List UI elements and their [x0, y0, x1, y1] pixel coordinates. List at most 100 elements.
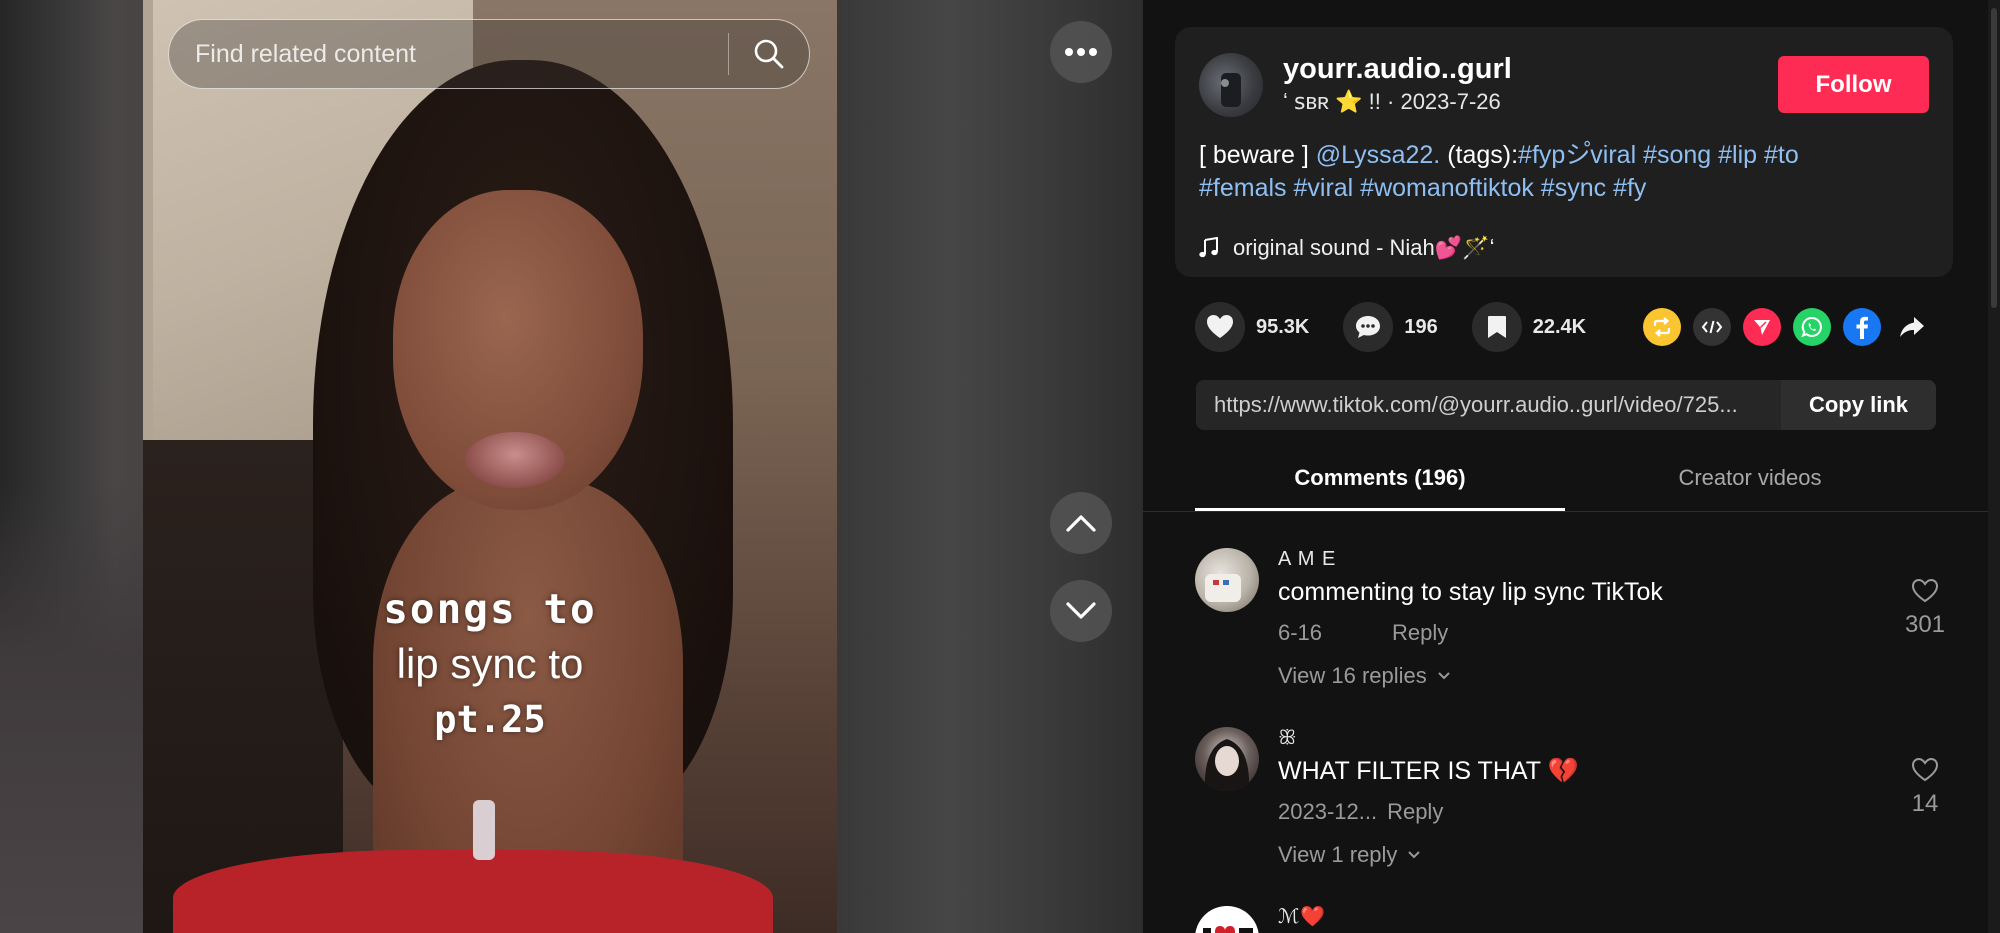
author-subline-date: ʻ ꜱʙʀ ⭐ !! · 2023-7-26 [1283, 89, 1501, 114]
comment-like-count: 301 [1904, 611, 1946, 638]
previous-video-button[interactable] [1050, 492, 1112, 554]
comment-action[interactable]: 196 [1343, 302, 1438, 352]
heart-outline-icon [1911, 757, 1939, 782]
author-avatar[interactable] [1199, 53, 1263, 117]
like-action[interactable]: 95.3K [1195, 302, 1309, 352]
share-arrow-icon [1900, 317, 1924, 337]
video-player[interactable]: songs to lip sync to pt.25 [143, 0, 837, 933]
repost-button[interactable] [1643, 308, 1681, 346]
caption-text: [ beware ] [1199, 141, 1316, 169]
video-overlay-text-3: pt.25 [434, 698, 546, 741]
tab-creator-videos[interactable]: Creator videos [1565, 455, 1935, 511]
panel-scrollbar[interactable] [1988, 0, 2000, 933]
comment-text: WHAT FILTER IS THAT 💔 [1278, 757, 1579, 785]
video-overlay-text-1: songs to [383, 585, 597, 633]
scrollbar-thumb[interactable] [1991, 8, 1997, 308]
bookmark-icon [1487, 316, 1506, 338]
next-video-button[interactable] [1050, 580, 1112, 642]
action-bar: 95.3K 196 22.4K [1195, 302, 1620, 352]
hashtag-links-line1[interactable]: #fypシ゚viral #song #lip #to [1518, 141, 1799, 169]
details-panel: yourr.audio..gurl ʻ ꜱʙʀ ⭐ !! · 2023-7-26… [1143, 0, 1988, 933]
tab-comments[interactable]: Comments (196) [1195, 455, 1565, 511]
copy-link-button[interactable]: Copy link [1781, 380, 1936, 430]
view-replies-button[interactable]: View 1 reply [1278, 842, 1421, 868]
comment-like-button[interactable]: 14 [1895, 757, 1955, 818]
sound-title[interactable]: original sound - Niah💕🪄ʻ [1233, 235, 1494, 261]
reply-button[interactable]: Reply [1387, 799, 1443, 824]
share-options [1643, 308, 1943, 346]
reply-button[interactable]: Reply [1392, 620, 1448, 645]
view-replies-label[interactable]: View 16 replies [1278, 663, 1427, 689]
chevron-down-icon [1066, 602, 1096, 619]
copy-link-row: https://www.tiktok.com/@yourr.audio..gur… [1196, 380, 1936, 430]
blurred-backdrop [0, 480, 145, 933]
author-username[interactable]: yourr.audio..gurl [1283, 53, 1512, 86]
comment-like-button[interactable]: 301 [1895, 578, 1955, 639]
repost-icon [1653, 317, 1671, 337]
video-frame-subject-top [173, 850, 773, 933]
video-frame-subject-lips [465, 432, 565, 488]
comment-meta: 6-16 Reply [1278, 620, 1448, 646]
embed-button[interactable] [1693, 308, 1731, 346]
search-button[interactable] [729, 19, 809, 89]
comment-like-count: 14 [1911, 790, 1939, 817]
avatar-photo-icon [1221, 73, 1241, 107]
panel-tabs: Comments (196) Creator videos [1143, 455, 1988, 512]
send-icon [1754, 320, 1770, 335]
commenter-avatar[interactable] [1195, 906, 1259, 933]
follow-button[interactable]: Follow [1778, 56, 1929, 113]
caption-text-tags: (tags): [1440, 141, 1519, 169]
mention-link[interactable]: @Lyssa22. [1316, 141, 1441, 169]
chevron-down-icon [1438, 672, 1450, 680]
like-count: 95.3K [1256, 315, 1310, 338]
like-button[interactable] [1195, 302, 1245, 352]
comment-item: A M E commenting to stay lip sync TikTok… [1195, 548, 1955, 698]
video-stage: songs to lip sync to pt.25 Find related … [0, 0, 1143, 933]
more-share-button[interactable] [1893, 308, 1931, 346]
commenter-name[interactable]: ꕥ [1278, 727, 1298, 750]
hashtag-links-line2[interactable]: #femals #viral #womanoftiktok #sync #fy [1199, 174, 1646, 202]
heart-icon [1207, 315, 1233, 338]
avatar-photo-icon [1205, 574, 1241, 602]
video-url-field[interactable]: https://www.tiktok.com/@yourr.audio..gur… [1196, 380, 1781, 430]
search-icon [754, 39, 784, 69]
commenter-name[interactable]: A M E [1278, 548, 1336, 571]
save-action[interactable]: 22.4K [1471, 302, 1587, 352]
view-replies-button[interactable]: View 16 replies [1278, 663, 1451, 689]
chevron-up-icon [1066, 515, 1096, 532]
commenter-name[interactable]: ℳ❤️ [1278, 904, 1326, 929]
facebook-share-button[interactable] [1843, 308, 1881, 346]
heart-outline-icon [1911, 578, 1939, 603]
more-options-button[interactable] [1050, 21, 1112, 83]
music-note-icon [1199, 237, 1218, 258]
avatar-photo-icon [1203, 926, 1253, 933]
video-frame-pendant [473, 800, 495, 860]
comment-bubble-icon [1356, 316, 1381, 338]
embed-icon [1701, 320, 1723, 334]
send-to-friends-button[interactable] [1743, 308, 1781, 346]
whatsapp-share-button[interactable] [1793, 308, 1831, 346]
save-button[interactable] [1471, 302, 1522, 352]
search-input[interactable]: Find related content [169, 40, 728, 69]
comment-count: 196 [1404, 315, 1438, 338]
commenter-avatar[interactable] [1195, 548, 1259, 612]
view-replies-label[interactable]: View 1 reply [1278, 842, 1397, 868]
search-bar[interactable]: Find related content [168, 19, 810, 89]
sound-link[interactable]: original sound - Niah💕🪄ʻ [1199, 235, 1494, 261]
chevron-down-icon [1408, 851, 1421, 859]
comment-item: ꕥ WHAT FILTER IS THAT 💔 2023-12... Reply … [1195, 727, 1955, 877]
comment-item: ℳ❤️ [1195, 906, 1955, 933]
comment-date: 6-16 [1278, 620, 1323, 645]
avatar-photo-icon [1204, 739, 1250, 791]
comment-date: 2023-12... [1278, 799, 1378, 824]
commenter-avatar[interactable] [1195, 727, 1259, 791]
comment-meta: 2023-12... Reply [1278, 799, 1443, 825]
video-description-card: yourr.audio..gurl ʻ ꜱʙʀ ⭐ !! · 2023-7-26… [1175, 27, 1953, 277]
comment-text: commenting to stay lip sync TikTok [1278, 578, 1663, 606]
facebook-icon [1856, 316, 1868, 339]
video-caption: [ beware ] @Lyssa22. (tags):#fypシ゚viral … [1199, 139, 1929, 205]
save-count: 22.4K [1532, 315, 1587, 338]
whatsapp-icon [1801, 316, 1822, 338]
comment-button[interactable] [1343, 302, 1394, 352]
more-dots-icon [1065, 48, 1097, 56]
